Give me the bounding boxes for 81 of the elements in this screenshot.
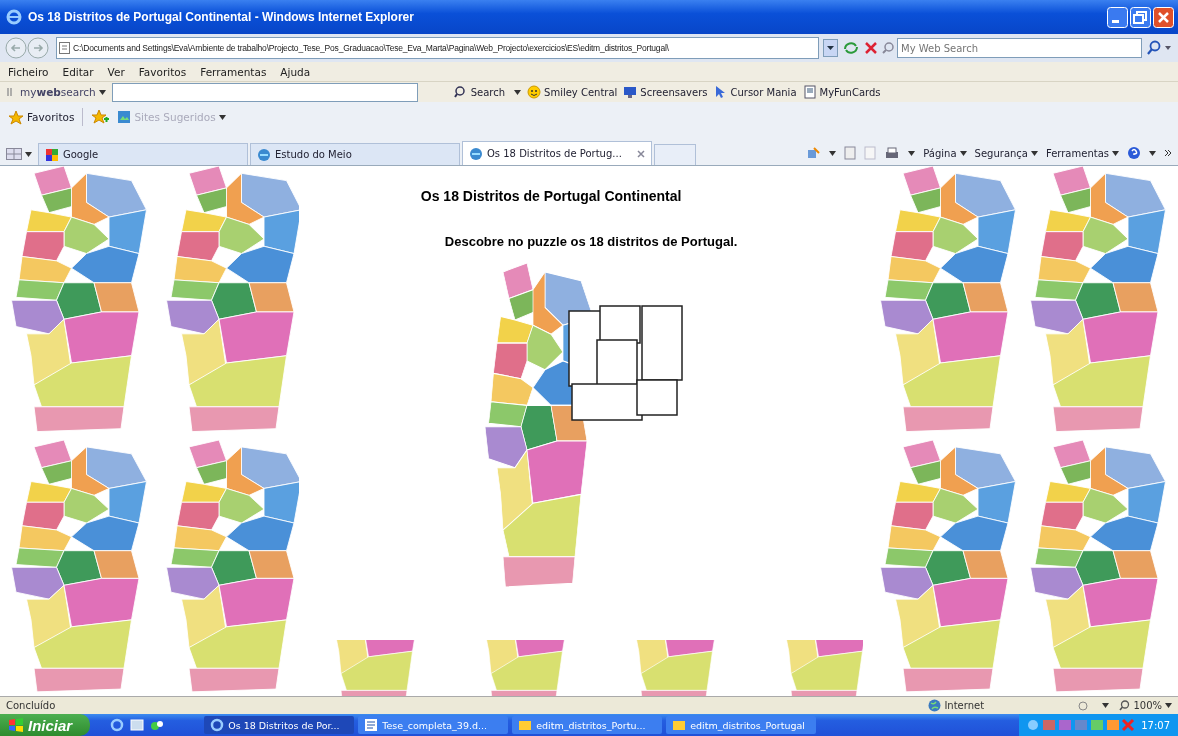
address-field[interactable]: C:\Documents and Settings\Eva\Ambiente de trabalho\Projecto_Tese_Pos_Graduacao\Tese_Eva_Marta\Pagina\Web_Projecto\exercicios\ES\editm_distritos_Portugal\ [56,37,819,59]
menu-item[interactable]: Ferramentas [200,65,267,78]
browser-logo-icon [210,718,225,732]
taskbar-button[interactable]: editm_distritos_Portu... [512,716,663,734]
page-heading: Os 18 Distritos de Portugal Continental [420,188,682,204]
grid-logo-icon [45,147,59,162]
caret-icon [959,150,967,156]
folder-icon [518,718,533,732]
taskbar-button[interactable]: Tese_completa_39.d... [358,716,509,734]
toolbar-button[interactable]: Cursor Mania [713,85,797,99]
zoom-button[interactable]: 100% [1119,700,1172,711]
web-page-icon [469,146,483,161]
command-menu-button[interactable]: Página [923,147,967,159]
caret-icon [218,114,226,120]
stop-icon[interactable] [864,41,878,55]
caret-icon [1112,150,1119,156]
taskbar-button[interactable]: Os 18 Distritos de Por... [204,716,355,734]
taskbar-button[interactable]: editm_distritos_Portugal [666,716,817,734]
search-icon [453,85,468,99]
favorites-button[interactable]: Favoritos [8,109,75,125]
browser-logo-icon[interactable] [110,718,125,732]
quick-tabs-icon[interactable] [6,148,22,160]
toolbar-button[interactable]: Screensavers [623,85,708,99]
caret-icon [514,89,522,95]
grip-icon [6,87,14,97]
toolbar-button[interactable]: MyFunCards [802,85,881,99]
caret-icon [1030,150,1038,156]
search-button[interactable] [1146,39,1174,57]
browser-logo-icon [6,9,22,25]
caret-icon [25,151,32,157]
back-forward-icon[interactable] [4,36,52,60]
chevron-icon[interactable] [1164,149,1172,157]
menu-item[interactable]: Editar [62,65,94,78]
menu-item[interactable]: Favoritos [138,65,187,78]
caret-icon [829,150,837,156]
windows-logo-icon [8,718,24,732]
folder-icon [672,718,687,732]
browser-tab[interactable]: Google [38,143,248,165]
browser-tab[interactable]: Estudo do Meio [250,143,460,165]
toolbar-button[interactable]: Smiley Central [527,85,618,99]
zone-text: Internet [944,700,985,711]
search-icon [882,42,894,54]
browser-tab[interactable]: Os 18 Distritos de Portug... [462,141,652,165]
status-text: Concluído [6,700,57,711]
printer-icon[interactable] [884,146,901,160]
menu-item[interactable]: Ajuda [280,65,311,78]
page-icon [59,42,70,54]
toolbar-button[interactable]: Search [453,85,509,99]
window-title: Os 18 Distritos de Portugal Continental - Windows Internet Explorer [28,10,415,24]
command-menu-button[interactable]: Segurança [974,147,1038,159]
clock-text: 17:07 [1141,719,1170,731]
desktop-icon[interactable] [130,718,145,732]
smiley-icon [527,85,542,99]
add-favorite-icon[interactable] [91,109,110,125]
dropdown-button[interactable] [823,39,838,57]
caret-icon [1165,703,1172,708]
close-button[interactable] [1153,6,1174,28]
document-icon [364,718,379,732]
help-icon[interactable] [1127,146,1141,160]
caret-icon [98,89,106,95]
search-field[interactable]: My Web Search [897,38,1142,58]
menu-item[interactable]: Ficheiro [8,65,49,78]
magnifier-icon [1119,700,1131,711]
caret-icon [1102,703,1110,708]
caret-icon [908,150,916,156]
start-button[interactable]: Iniciar [0,714,91,736]
caret-icon [1149,150,1156,156]
card-icon [802,85,817,99]
toolbar-brand-menu[interactable]: mywebsearch [20,86,106,98]
toolbar-search-field[interactable] [111,82,418,102]
web-page-icon [117,110,132,124]
menu-item[interactable]: Ver [107,65,125,78]
minimize-button[interactable] [1107,6,1128,28]
close-tab-icon[interactable] [637,149,645,158]
instruction-text: Descobre no puzzle os 18 distritos de Portugal. [444,234,738,249]
globe-icon [928,699,942,712]
star-icon [8,109,24,125]
command-menu-button[interactable]: Ferramentas [1045,147,1119,159]
restore-button[interactable] [1130,6,1151,28]
web-page-icon [257,147,271,162]
monitor-icon [623,85,638,99]
